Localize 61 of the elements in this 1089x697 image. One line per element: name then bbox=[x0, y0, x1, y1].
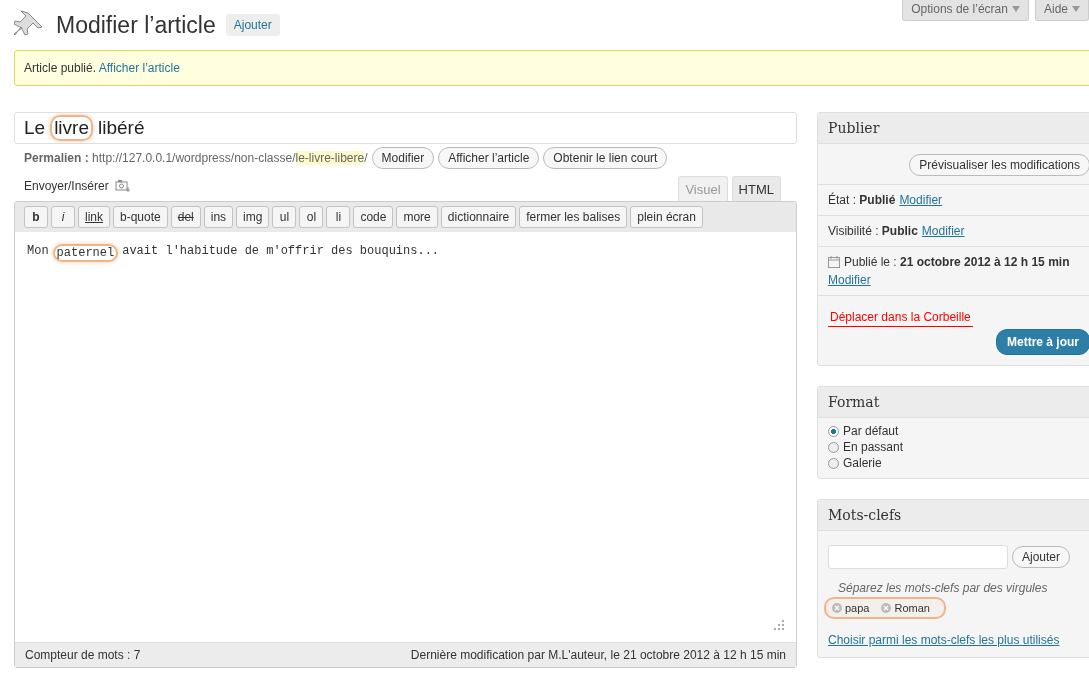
modify-link[interactable]: Modifier bbox=[899, 193, 943, 207]
calendar-icon bbox=[828, 256, 840, 268]
status-text: Publié le : 21 octobre 2012 à 12 h 15 min bbox=[844, 255, 1070, 269]
add-new-button[interactable]: Ajouter bbox=[225, 14, 280, 36]
quicktag-button[interactable]: i bbox=[51, 206, 75, 228]
media-upload-label[interactable]: Envoyer/Insérer bbox=[24, 179, 109, 193]
modify-link[interactable]: Modifier bbox=[921, 224, 965, 238]
quicktag-button[interactable]: ins bbox=[203, 206, 234, 228]
tag-input-field[interactable] bbox=[828, 545, 1008, 569]
move-to-trash-link[interactable]: Déplacer dans la Corbeille bbox=[828, 308, 973, 327]
tag-label: papa bbox=[845, 602, 870, 614]
quicktag-button[interactable]: li bbox=[326, 206, 351, 228]
add-tag-button[interactable]: Ajouter bbox=[1012, 546, 1071, 568]
quicktag-button[interactable]: code bbox=[353, 206, 394, 228]
permalink-button[interactable]: Obtenir le lien court bbox=[543, 147, 668, 169]
quicktag-button[interactable]: ol bbox=[299, 206, 324, 228]
caret-icon bbox=[1011, 6, 1020, 12]
quicktag-button[interactable]: plein écran bbox=[630, 206, 703, 228]
notice-text: Article publié. bbox=[24, 61, 97, 75]
radio-button[interactable] bbox=[828, 425, 839, 437]
update-button[interactable]: Mettre à jour bbox=[996, 329, 1089, 355]
permalink-button[interactable]: Afficher l’article bbox=[438, 147, 540, 169]
resize-handle-icon[interactable] bbox=[774, 620, 784, 630]
last-edit-text: Dernière modification par M.L'auteur, le 21 octobre 2012 à 12 h 15 min bbox=[410, 648, 786, 662]
most-used-tags-link[interactable]: Choisir parmi les mots-clefs les plus utilisés bbox=[828, 633, 1084, 647]
status-text: État : Publié bbox=[828, 193, 896, 207]
hint-text: Séparez les mots-clefs par des virgules bbox=[838, 581, 1049, 595]
quicktag-button[interactable]: dictionnaire bbox=[440, 206, 517, 228]
view-post-link[interactable]: Afficher l’article bbox=[98, 61, 180, 75]
editor-tab[interactable]: HTML bbox=[731, 176, 781, 201]
title-field[interactable]: Le livre libéré bbox=[14, 112, 797, 144]
panel-title: Format bbox=[818, 387, 1089, 418]
panel-title: Publier bbox=[818, 113, 1089, 144]
radio-label: En passant bbox=[843, 440, 904, 454]
screen-options-tab[interactable]: Options de l’écran bbox=[902, 0, 1029, 21]
caret-icon bbox=[1072, 6, 1080, 12]
word-count: Compteur de mots : 7 bbox=[25, 648, 141, 662]
quicktag-button[interactable]: link bbox=[78, 206, 110, 228]
tag-label: Roman bbox=[894, 602, 930, 614]
quicktag-button[interactable]: b-quote bbox=[113, 206, 168, 228]
quicktag-button[interactable]: fermer les balises bbox=[519, 206, 628, 228]
remove-tag-icon[interactable] bbox=[881, 603, 892, 613]
quicktag-button[interactable]: del bbox=[170, 206, 201, 228]
radio-button[interactable] bbox=[828, 457, 839, 469]
quicktag-button[interactable]: ul bbox=[272, 206, 297, 228]
quicktag-button[interactable]: more bbox=[396, 206, 438, 228]
panel-title: Mots-clefs bbox=[818, 500, 1089, 531]
quicktag-button[interactable]: b bbox=[24, 206, 48, 228]
radio-label: Galerie bbox=[843, 456, 882, 470]
status-text: Visibilité : Public bbox=[828, 224, 918, 238]
help-tab[interactable]: Aide bbox=[1034, 0, 1089, 21]
quicktag-button[interactable]: img bbox=[236, 206, 270, 228]
permalink-text: Permalien : http://127.0.0.1/wordpress/non-classe/le-livre-libere/ bbox=[24, 151, 368, 165]
modify-link[interactable]: Modifier bbox=[828, 273, 871, 287]
preview-button[interactable]: Prévisualiser les modifications bbox=[909, 154, 1089, 176]
radio-button[interactable] bbox=[828, 441, 839, 453]
media-icon[interactable] bbox=[114, 179, 131, 193]
page-title: Modifier l’article bbox=[56, 11, 216, 39]
remove-tag-icon[interactable] bbox=[832, 603, 842, 613]
radio-label: Par défaut bbox=[843, 424, 899, 438]
permalink-button[interactable]: Modifier bbox=[371, 147, 435, 169]
